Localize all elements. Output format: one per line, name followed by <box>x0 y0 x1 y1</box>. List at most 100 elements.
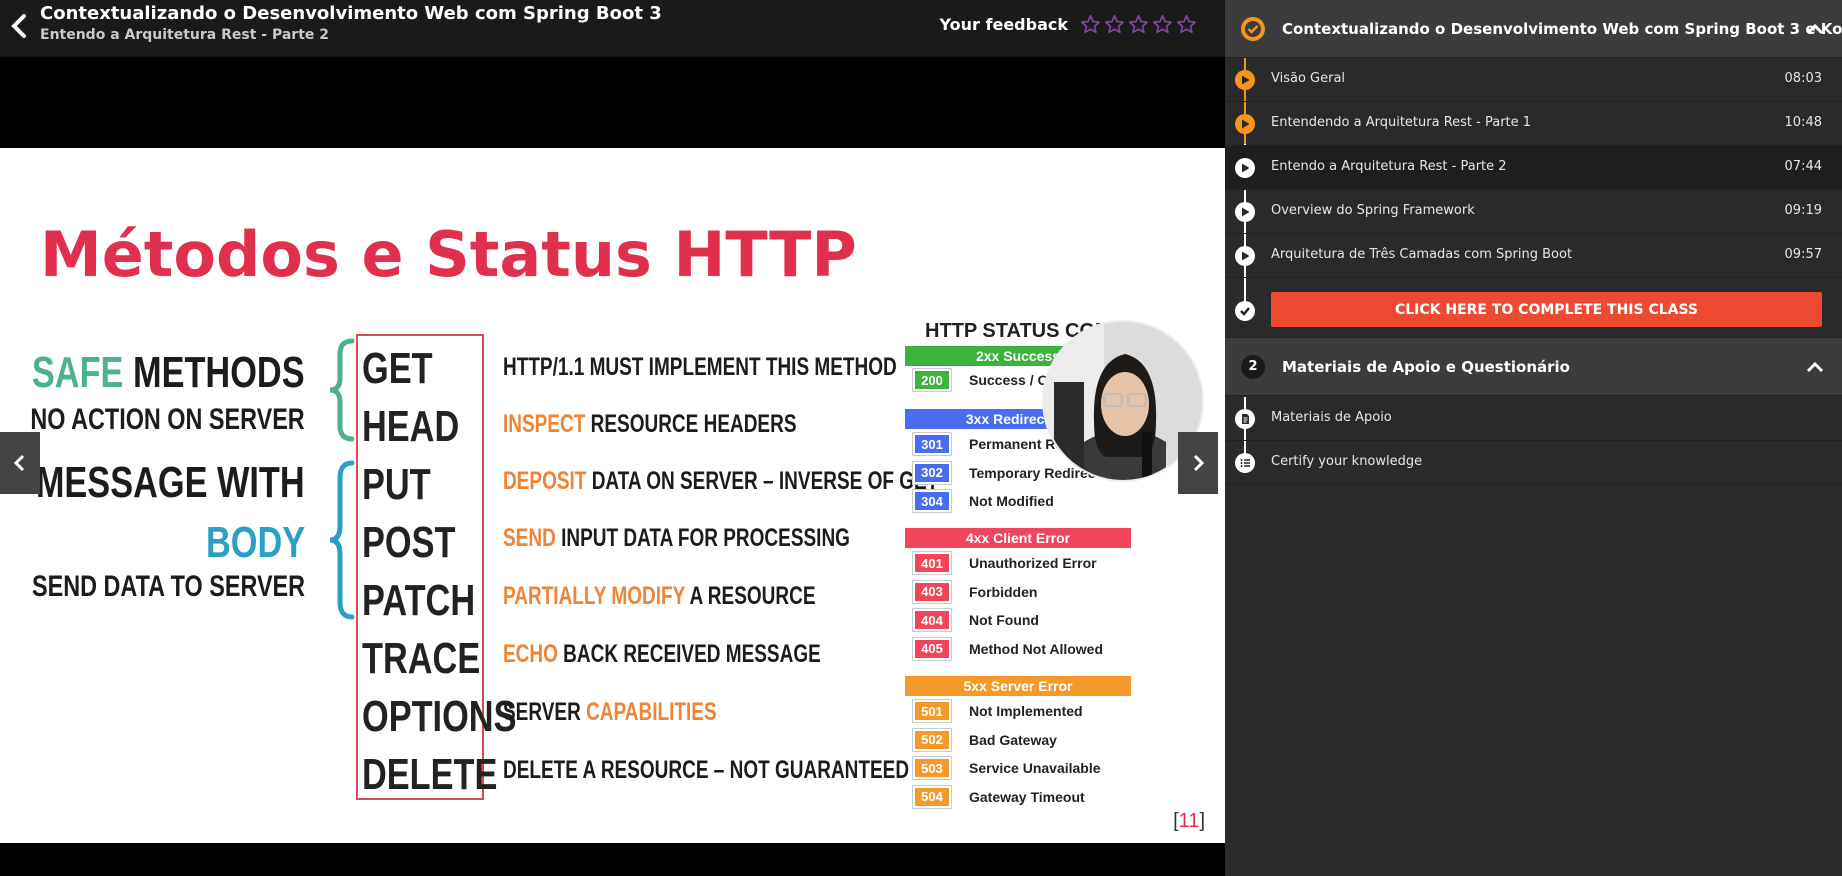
slide-title: Métodos e Status HTTP <box>40 218 857 291</box>
complete-class-button[interactable]: CLICK HERE TO COMPLETE THIS CLASS <box>1271 292 1822 327</box>
safe-methods-label: SAFE METHODS <box>32 348 305 398</box>
next-lesson-button[interactable] <box>1178 432 1218 494</box>
chevron-right-icon <box>1193 454 1205 472</box>
description-highlight: PARTIALLY MODIFY <box>503 582 685 610</box>
star-icon[interactable] <box>1152 14 1173 35</box>
module-header-1[interactable]: Contextualizando o Desenvolvimento Web c… <box>1225 0 1842 58</box>
module-title: Materiais de Apoio e Questionário <box>1282 357 1570 376</box>
star-icon[interactable] <box>1080 14 1101 35</box>
module-number-badge: 2 <box>1241 354 1265 379</box>
course-sidebar: Contextualizando o Desenvolvimento Web c… <box>1225 0 1842 876</box>
description-text: SERVER <box>503 698 587 726</box>
lesson-item[interactable]: Entendendo a Arquitetura Rest - Parte 1 1… <box>1225 102 1842 146</box>
status-code: 503 <box>912 756 952 780</box>
description-highlight: SEND <box>503 524 556 552</box>
description-highlight: INSPECT <box>503 410 586 438</box>
lesson-label: Certify your knowledge <box>1271 454 1423 469</box>
safe-word: SAFE <box>32 348 124 397</box>
page-bracket-close: ] <box>1199 810 1205 832</box>
lesson-duration: 10:48 <box>1784 115 1822 130</box>
body-label: BODY <box>205 518 305 567</box>
play-icon <box>1235 70 1255 90</box>
method-description: HTTP/1.1 MUST IMPLEMENT THIS METHOD <box>503 353 897 382</box>
lesson-duration: 09:57 <box>1784 247 1822 262</box>
chevron-left-icon <box>13 454 25 472</box>
status-label: Forbidden <box>969 583 1038 600</box>
method-description: PARTIALLY MODIFY A RESOURCE <box>503 582 815 611</box>
http-method: PUT <box>362 460 431 509</box>
lesson-item[interactable]: Certify your knowledge <box>1225 441 1842 485</box>
document-icon <box>1235 409 1255 429</box>
status-group-header: 4xx Client Error <box>905 528 1131 548</box>
video-player[interactable]: Métodos e Status HTTP SAFE METHODS NO AC… <box>0 57 1225 876</box>
status-label: Method Not Allowed <box>969 640 1104 657</box>
method-description: DELETE A RESOURCE – NOT GUARANTEED <box>503 756 909 785</box>
status-code: 200 <box>912 368 952 392</box>
status-code: 504 <box>912 784 952 809</box>
star-icon[interactable] <box>1104 14 1125 35</box>
play-icon <box>1235 158 1255 178</box>
star-icon[interactable] <box>1128 14 1149 35</box>
play-icon <box>1235 114 1255 134</box>
feedback-label: Your feedback <box>939 15 1068 34</box>
lesson-item[interactable]: Visão Geral 08:03 <box>1225 58 1842 102</box>
http-method: HEAD <box>362 402 460 451</box>
status-label: Not Implemented <box>969 703 1083 719</box>
check-circle-icon <box>1242 17 1264 40</box>
http-method: POST <box>362 518 456 567</box>
method-description: INSPECT RESOURCE HEADERS <box>503 410 797 439</box>
description-text: DELETE A RESOURCE – NOT GUARANTEED <box>503 756 910 784</box>
method-description: SEND INPUT DATA FOR PROCESSING <box>503 524 850 553</box>
lesson-label: Materiais de Apoio <box>1271 410 1392 425</box>
status-code: 501 <box>912 699 952 723</box>
status-code: 301 <box>912 432 952 456</box>
status-code-row: 504 Gateway Timeout <box>912 784 1085 809</box>
status-label: Bad Gateway <box>969 731 1057 748</box>
description-text: BACK RECEIVED MESSAGE <box>557 640 821 668</box>
status-code-row: 502 Bad Gateway <box>912 727 1057 752</box>
status-code: 304 <box>912 489 952 513</box>
status-code-row: 304 Not Modified <box>912 489 1054 513</box>
lesson-item[interactable]: Overview do Spring Framework 09:19 <box>1225 190 1842 234</box>
send-data-label: SEND DATA TO SERVER <box>31 570 305 603</box>
lesson-header: Contextualizando o Desenvolvimento Web c… <box>0 0 1225 57</box>
status-code: 403 <box>912 579 952 604</box>
description-text: INPUT DATA FOR PROCESSING <box>555 524 850 552</box>
feedback-rating: Your feedback <box>940 14 1197 35</box>
status-group-header: 5xx Server Error <box>905 676 1131 696</box>
status-code-row: 503 Service Unavailable <box>912 756 1101 780</box>
lesson-label: Entendo a Arquitetura Rest - Parte 2 <box>1271 159 1507 174</box>
chevron-up-icon[interactable] <box>1806 361 1824 373</box>
module-header-2[interactable]: 2 Materiais de Apoio e Questionário <box>1225 338 1842 396</box>
method-description: SERVER CAPABILITIES <box>503 698 717 727</box>
status-code: 401 <box>912 551 952 575</box>
safe-brace <box>329 338 355 442</box>
message-with-label: MESSAGE WITH <box>36 458 305 507</box>
status-code: 302 <box>912 460 952 485</box>
description-text: DATA ON SERVER – INVERSE OF GET <box>586 467 939 495</box>
lesson-label: Visão Geral <box>1271 71 1346 86</box>
status-label: Service Unavailable <box>969 760 1101 776</box>
lesson-item[interactable]: Materiais de Apoio <box>1225 397 1842 441</box>
module-complete-badge <box>1241 16 1265 41</box>
body-brace <box>329 460 355 620</box>
description-text: RESOURCE HEADERS <box>585 410 797 438</box>
star-icon[interactable] <box>1176 14 1197 35</box>
lesson-duration: 09:19 <box>1784 203 1822 218</box>
lesson-label: Overview do Spring Framework <box>1271 203 1475 218</box>
play-icon <box>1235 246 1255 266</box>
http-method: TRACE <box>362 634 481 683</box>
lesson-duration: 07:44 <box>1784 159 1822 174</box>
chevron-up-icon[interactable] <box>1806 23 1824 35</box>
method-description: ECHO BACK RECEIVED MESSAGE <box>503 640 821 669</box>
lesson-item[interactable]: Arquitetura de Três Camadas com Spring B… <box>1225 234 1842 278</box>
previous-lesson-button[interactable] <box>0 432 40 494</box>
chevron-left-icon <box>11 14 26 38</box>
page-number: 11 <box>1178 810 1200 832</box>
back-button[interactable] <box>8 11 30 41</box>
method-description: DEPOSIT DATA ON SERVER – INVERSE OF GET <box>503 467 938 496</box>
lesson-item[interactable]: Entendo a Arquitetura Rest - Parte 2 07:4… <box>1225 146 1842 190</box>
lesson-subtitle: Entendo a Arquitetura Rest - Parte 2 <box>40 27 330 43</box>
status-code-row: 404 Not Found <box>912 608 1039 632</box>
slide: Métodos e Status HTTP SAFE METHODS NO AC… <box>0 148 1225 843</box>
